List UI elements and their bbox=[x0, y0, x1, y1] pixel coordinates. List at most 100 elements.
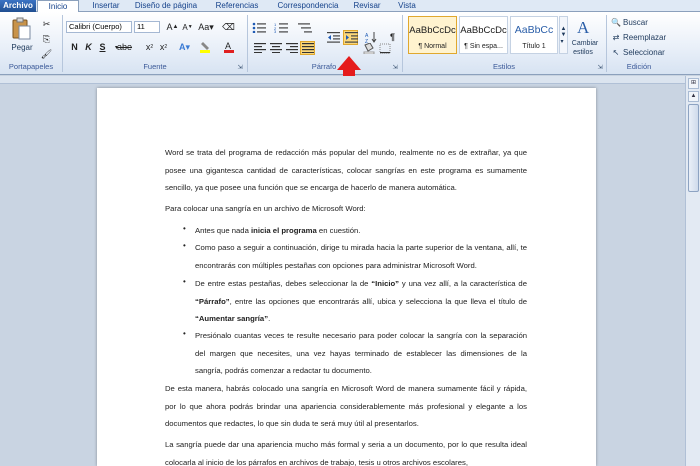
change-styles-label-2[interactable]: estilos bbox=[566, 48, 600, 57]
scroll-up-icon[interactable]: ▲ bbox=[688, 91, 699, 102]
paragraph-4: La sangría puede dar una apariencia much… bbox=[165, 440, 527, 466]
paragraph-2: Para colocar una sangría en un archivo d… bbox=[165, 204, 366, 213]
copy-icon[interactable]: ⎘ bbox=[40, 33, 53, 45]
bullet-text-bold: “Aumentar sangría” bbox=[195, 314, 269, 323]
ruler-toggle-icon[interactable]: ⊞ bbox=[688, 78, 699, 89]
style-name: Título 1 bbox=[522, 43, 546, 50]
styles-dialog-launcher-icon[interactable]: ⇲ bbox=[596, 62, 604, 72]
select-icon[interactable]: ↖ bbox=[610, 47, 622, 57]
bullet-text-bold: “Inicio” bbox=[371, 279, 400, 288]
bullet-item-3: De entre estas pestañas, debes seleccion… bbox=[195, 275, 527, 328]
font-name-combo[interactable]: Calibri (Cuerpo) bbox=[66, 21, 132, 33]
change-styles-label-1[interactable]: Cambiar bbox=[566, 39, 604, 48]
vertical-scrollbar[interactable]: ⊞ ▲ bbox=[685, 76, 700, 466]
bullet-text-bold: “Párrafo” bbox=[195, 296, 230, 306]
bold-icon[interactable]: N bbox=[68, 41, 81, 53]
group-label-clipboard: Portapapeles bbox=[8, 62, 54, 71]
font-color-icon[interactable]: A bbox=[222, 41, 238, 53]
style-sample: AaBbCcDc bbox=[460, 25, 507, 36]
bullet-text: y una vez allí, a la característica de bbox=[399, 279, 527, 288]
bullet-text: Antes que nada bbox=[195, 226, 251, 235]
paste-button[interactable]: Pegar bbox=[8, 41, 36, 53]
paragraph-1: Word se trata del programa de redacción … bbox=[165, 148, 527, 192]
style-name: ¶ Sin espa... bbox=[464, 43, 503, 50]
superscript-icon[interactable]: x2 bbox=[157, 41, 170, 53]
tab-insertar[interactable]: Insertar bbox=[86, 0, 126, 12]
style-heading-1[interactable]: AaBbCc Título 1 bbox=[510, 16, 558, 54]
numbering-icon[interactable]: 123 bbox=[273, 21, 291, 33]
find-button[interactable]: Buscar bbox=[623, 17, 683, 27]
tab-revisar[interactable]: Revisar bbox=[350, 0, 384, 12]
separator bbox=[402, 15, 403, 72]
style-normal[interactable]: AaBbCcDc ¶ Normal bbox=[408, 16, 457, 54]
bullet-text: en cuestión. bbox=[316, 226, 361, 235]
bullet-text: De entre estas pestañas, debes seleccion… bbox=[195, 279, 372, 288]
group-label-editing: Edición bbox=[626, 62, 652, 71]
bullet-item-1: Antes que nada inicia el programa en cue… bbox=[195, 222, 527, 240]
justify-icon[interactable] bbox=[300, 41, 315, 55]
style-sample: AaBbCc bbox=[514, 24, 554, 36]
style-sample: AaBbCcDc bbox=[409, 25, 456, 36]
tab-diseno-pagina[interactable]: Diseño de página bbox=[131, 0, 201, 12]
decrease-indent-icon[interactable] bbox=[326, 31, 341, 43]
font-size-combo[interactable]: 11 bbox=[134, 21, 160, 33]
red-arrow-icon bbox=[337, 56, 361, 70]
ruler bbox=[0, 76, 685, 84]
align-right-icon[interactable] bbox=[285, 42, 298, 54]
bullet-item-4: Presiónalo cuantas veces te resulte nece… bbox=[195, 331, 527, 375]
bullet-marker: • bbox=[183, 277, 186, 286]
bullet-marker: • bbox=[183, 241, 186, 250]
borders-icon[interactable] bbox=[376, 42, 394, 54]
bullets-icon[interactable] bbox=[251, 21, 269, 33]
font-dialog-launcher-icon[interactable]: ⇲ bbox=[236, 62, 244, 72]
tab-vista[interactable]: Vista bbox=[393, 0, 421, 12]
replace-icon[interactable]: ⇄ bbox=[610, 32, 622, 42]
bullet-marker: • bbox=[183, 224, 186, 233]
separator bbox=[62, 15, 63, 72]
style-name: ¶ Normal bbox=[418, 43, 447, 50]
change-case-icon[interactable]: Aa▾ bbox=[198, 21, 214, 33]
strikethrough-icon[interactable]: abe bbox=[117, 41, 132, 53]
increase-indent-icon[interactable] bbox=[344, 31, 359, 43]
tab-referencias[interactable]: Referencias bbox=[209, 0, 265, 12]
ribbon-tab-bar: Archivo Inicio Insertar Diseño de página… bbox=[0, 0, 700, 13]
svg-text:3: 3 bbox=[274, 29, 277, 33]
replace-button[interactable]: Reemplazar bbox=[623, 32, 683, 42]
find-icon[interactable]: 🔍 bbox=[610, 17, 622, 27]
select-button[interactable]: Seleccionar bbox=[623, 47, 687, 57]
highlight-icon[interactable] bbox=[199, 41, 215, 53]
cut-icon[interactable]: ✂ bbox=[40, 18, 53, 30]
group-label-styles: Estilos bbox=[492, 62, 516, 71]
align-center-icon[interactable] bbox=[269, 42, 282, 54]
ribbon: Pegar ✂ ⎘ 🖌 Portapapeles Calibri (Cuerpo… bbox=[0, 12, 700, 86]
grow-font-icon[interactable]: A ▲ bbox=[166, 21, 179, 33]
document-page[interactable]: Word se trata del programa de redacción … bbox=[97, 88, 596, 466]
svg-text:A: A bbox=[577, 18, 590, 37]
scrollbar-thumb[interactable] bbox=[688, 104, 699, 192]
tab-archivo[interactable]: Archivo bbox=[0, 0, 36, 12]
tab-correspondencia[interactable]: Correspondencia bbox=[272, 0, 344, 12]
bullet-text: . bbox=[268, 314, 271, 323]
separator bbox=[606, 15, 607, 72]
style-no-spacing[interactable]: AaBbCcDc ¶ Sin espa... bbox=[459, 16, 508, 54]
italic-icon[interactable]: K bbox=[82, 41, 95, 53]
shrink-font-icon[interactable]: A ▼ bbox=[181, 21, 194, 33]
bullet-marker: • bbox=[183, 329, 186, 338]
align-left-icon[interactable] bbox=[253, 42, 266, 54]
paragraph-dialog-launcher-icon[interactable]: ⇲ bbox=[391, 62, 399, 72]
paste-icon[interactable] bbox=[8, 16, 34, 42]
group-label-paragraph: Párrafo bbox=[311, 62, 337, 71]
underline-icon[interactable]: S bbox=[96, 41, 109, 53]
bullet-text-bold: inicia el programa bbox=[251, 226, 317, 235]
bullet-text: , entre las opciones que encontrarás all… bbox=[229, 296, 527, 306]
text-effects-icon[interactable]: A▾ bbox=[178, 41, 191, 53]
multilevel-list-icon[interactable] bbox=[296, 21, 314, 33]
paragraph-3: De esta manera, habrás colocado una sang… bbox=[165, 384, 527, 428]
subscript-icon[interactable]: x2 bbox=[143, 41, 156, 53]
clear-format-icon[interactable]: ⌫ bbox=[222, 21, 235, 33]
bullet-item-2: Como paso a seguir a continuación, dirig… bbox=[195, 243, 527, 270]
format-painter-icon[interactable]: 🖌 bbox=[40, 48, 53, 60]
svg-text:A: A bbox=[225, 41, 231, 51]
group-label-font: Fuente bbox=[143, 62, 167, 71]
change-styles-icon[interactable]: A bbox=[572, 16, 600, 38]
